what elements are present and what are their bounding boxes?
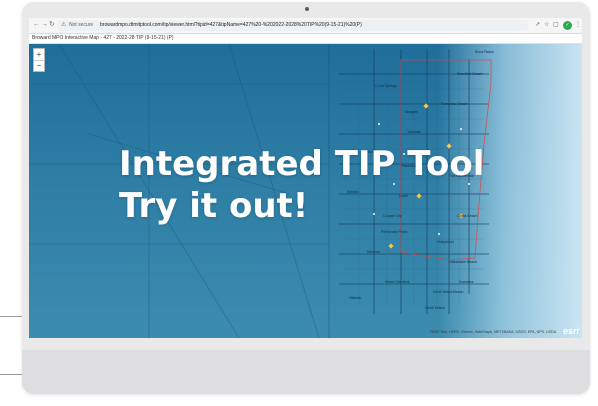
profile-avatar[interactable]: ✓ <box>563 21 572 30</box>
map-label: Cooper City <box>383 214 402 218</box>
headline-title: Integrated TIP Tool <box>119 144 485 184</box>
browser-toolbar: ← → ↻ ⚠ Not secure browardmpo.dtmitptool… <box>29 18 582 34</box>
map-label: Weston <box>347 190 360 194</box>
map-view[interactable]: + − Boca Raton Deerfield Beach Coral Spr… <box>29 44 582 338</box>
map-attribution: FDEP, Esri, HERE, Garmin, SafeGraph, MET… <box>429 330 556 334</box>
url-text[interactable]: browardmpo.dtmitptool.com/tip/viewer.htm… <box>100 22 362 29</box>
security-label[interactable]: Not secure <box>69 22 93 29</box>
esri-logo: esri <box>562 326 579 336</box>
stand-line-lower <box>0 374 22 375</box>
map-label: Pembroke Pines <box>381 230 408 234</box>
star-icon[interactable]: ☆ <box>544 21 549 29</box>
extension-icon[interactable]: ▢ <box>553 21 559 29</box>
menu-dots-icon[interactable]: ⋮ <box>575 21 581 29</box>
share-icon[interactable]: ↗ <box>535 21 540 29</box>
zoom-out-button[interactable]: − <box>34 60 44 71</box>
map-label: Coral Springs <box>375 84 397 88</box>
map-label: Dania Beach <box>457 214 478 218</box>
map-label: North Miami <box>425 306 445 310</box>
map-label: Miami Gardens <box>385 280 410 284</box>
map-label: Tamarac <box>407 130 421 134</box>
map-label: Davie <box>399 194 409 198</box>
address-bar[interactable]: ⚠ Not secure browardmpo.dtmitptool.com/t… <box>57 20 529 31</box>
monitor: ← → ↻ ⚠ Not secure browardmpo.dtmitptool… <box>22 2 590 394</box>
map-label: Miramar <box>367 250 381 254</box>
camera-icon <box>305 7 309 11</box>
forward-arrow-icon[interactable]: → <box>41 21 48 29</box>
monitor-chin <box>22 350 590 394</box>
reload-icon[interactable]: ↻ <box>49 21 55 29</box>
screen: ← → ↻ ⚠ Not secure browardmpo.dtmitptool… <box>29 18 582 338</box>
map-label: Margate <box>405 110 419 114</box>
map-label: Hialeah <box>349 296 362 300</box>
map-label: Aventura <box>459 280 474 284</box>
map-label: Hallandale Beach <box>449 260 478 264</box>
warning-icon[interactable]: ⚠ <box>61 22 66 29</box>
zoom-controls: + − <box>33 48 45 72</box>
app-header: Broward MPO Interactive Map - 427 - 2022… <box>29 34 582 44</box>
map-label: North Miami Beach <box>433 290 464 294</box>
headline-subtitle: Try it out! <box>119 186 309 226</box>
map-label: Boca Raton <box>475 50 494 54</box>
map-label: Pompano Beach <box>441 102 468 106</box>
app-title: Broward MPO Interactive Map - 427 - 2022… <box>32 35 174 41</box>
back-arrow-icon[interactable]: ← <box>33 21 40 29</box>
map-label: Deerfield Beach <box>457 72 483 76</box>
map-label: Hollywood <box>437 240 454 244</box>
